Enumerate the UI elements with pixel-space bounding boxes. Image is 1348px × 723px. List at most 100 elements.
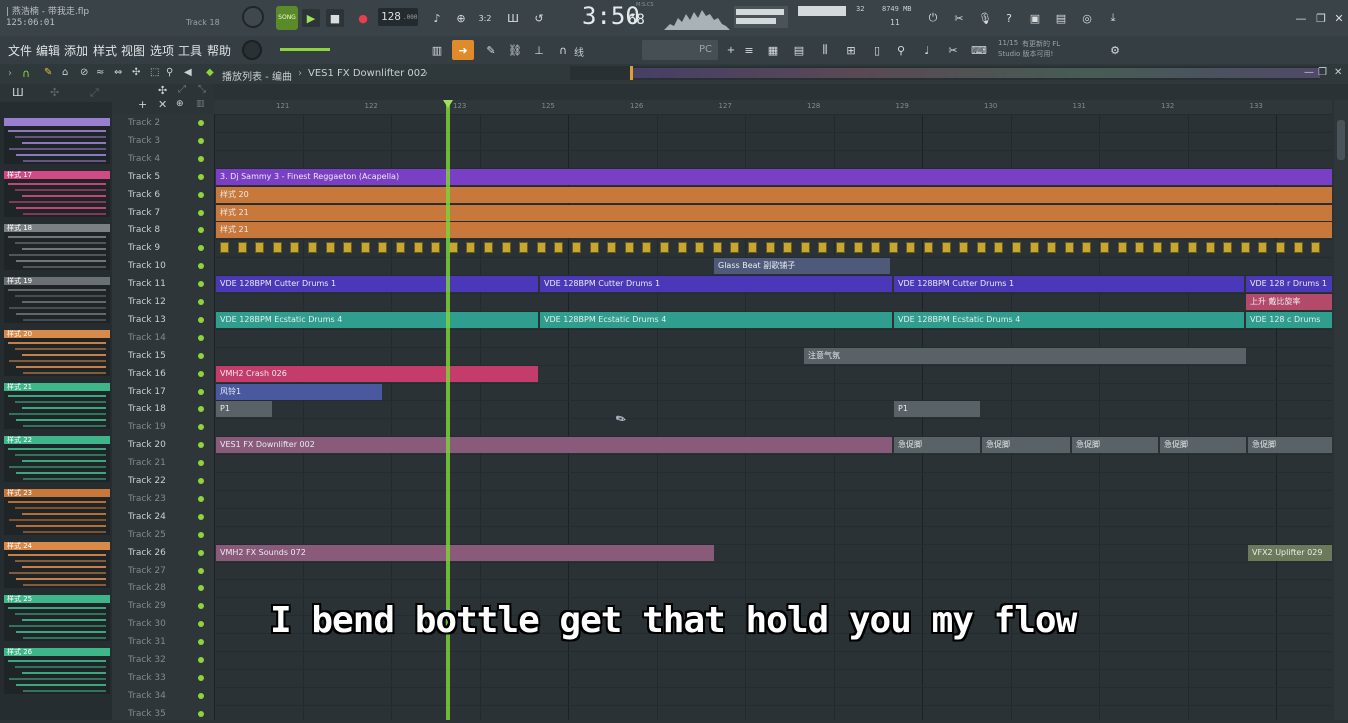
playlist-restore-icon[interactable]: ❐ <box>1318 67 1327 78</box>
arrow-right-icon[interactable]: › <box>8 68 12 79</box>
track-header[interactable]: Track 18 <box>112 400 214 418</box>
track-mute-led[interactable] <box>198 657 204 663</box>
magnet-snap-icon[interactable]: ∩ <box>22 67 30 80</box>
playlist-clip[interactable]: VES1 FX Downlifter 002 <box>216 437 892 454</box>
track-name[interactable]: Track 10 <box>128 261 166 271</box>
arrow-tool-icon[interactable]: ➜ <box>452 40 474 60</box>
pattern-thumbnail[interactable]: 样式 21 <box>4 383 110 429</box>
pattern-thumbnail[interactable]: 样式 26 <box>4 648 110 694</box>
stamp-icon[interactable]: ⊥ <box>530 41 548 59</box>
file-icon[interactable]: ▯ <box>868 41 886 59</box>
pattern-block[interactable] <box>272 242 282 254</box>
track-name[interactable]: Track 26 <box>128 548 166 558</box>
track-mute-led[interactable] <box>198 120 204 126</box>
pattern-block[interactable] <box>1117 242 1127 254</box>
playlist-close-icon[interactable]: ✕ <box>1334 67 1342 78</box>
track-name[interactable]: Track 24 <box>128 512 166 522</box>
remove-track-icon[interactable]: ✕ <box>158 98 167 111</box>
vertical-scrollbar[interactable] <box>1334 100 1348 720</box>
master-pitch-slider[interactable] <box>280 48 330 51</box>
menu-edit[interactable]: 编辑 <box>36 42 60 59</box>
track-header[interactable]: Track 27 <box>112 562 214 580</box>
pattern-block[interactable] <box>378 242 388 254</box>
mute-tool-icon[interactable]: ≈ <box>96 67 104 78</box>
pattern-block[interactable] <box>853 242 863 254</box>
track-name[interactable]: Track 17 <box>128 387 166 397</box>
step-edit-icon[interactable]: Ш <box>504 9 522 27</box>
cut-icon[interactable]: ✂ <box>944 41 962 59</box>
pattern-block[interactable] <box>448 242 458 254</box>
picker-link-icon[interactable]: ⤢ <box>90 86 99 100</box>
track-header[interactable]: Track 17 <box>112 383 214 401</box>
paint-tool-icon[interactable]: ⌂ <box>62 67 68 78</box>
track-name[interactable]: Track 34 <box>128 691 166 701</box>
menu-add[interactable]: 添加 <box>64 42 88 59</box>
playlist-clip[interactable]: VMH2 FX Sounds 072 <box>216 544 714 561</box>
playlist-clip[interactable]: 样式 21 <box>216 222 1332 239</box>
menu-view[interactable]: 视图 <box>121 42 145 59</box>
pattern-block[interactable] <box>1012 242 1021 254</box>
pattern-block[interactable] <box>396 242 405 254</box>
download-icon[interactable]: ⤓ <box>1104 9 1122 27</box>
track-name[interactable]: Track 25 <box>128 530 166 540</box>
breadcrumb-clip[interactable]: VES1 FX Downlifter 002 <box>308 68 427 79</box>
pattern-block[interactable] <box>1223 242 1233 254</box>
track-mute-led[interactable] <box>198 603 204 610</box>
stop-button[interactable]: ■ <box>326 9 344 27</box>
track-header[interactable]: Track 23 <box>112 490 214 508</box>
track-mute-led[interactable] <box>198 370 204 377</box>
resize-icon[interactable]: ⤢ <box>178 84 186 95</box>
minimize-icon[interactable]: — <box>1292 9 1310 27</box>
track-mute-led[interactable] <box>198 424 204 431</box>
slip-tool-icon[interactable]: ⇔ <box>114 67 122 78</box>
pattern-block[interactable] <box>1276 242 1285 254</box>
plugin-icon[interactable]: ⚲ <box>892 41 910 59</box>
pattern-block[interactable] <box>818 242 828 254</box>
pattern-thumbnail[interactable]: 样式 17 <box>4 171 110 217</box>
track-name[interactable]: Track 19 <box>128 422 166 432</box>
playlist-icon[interactable]: ≡ <box>740 41 758 59</box>
track-mute-led[interactable] <box>198 495 204 502</box>
pattern-block[interactable] <box>941 242 951 254</box>
pattern-block[interactable] <box>906 242 916 254</box>
track-mute-led[interactable] <box>198 209 204 216</box>
close-icon[interactable]: ✕ <box>1330 9 1348 27</box>
chat-icon[interactable]: ◎ <box>1078 9 1096 27</box>
pattern-block[interactable] <box>836 242 845 254</box>
song-mode-toggle[interactable]: SONG <box>276 6 298 30</box>
track-mute-led[interactable] <box>198 173 204 180</box>
pattern-block[interactable] <box>1293 242 1303 254</box>
track-mute-led[interactable] <box>198 692 204 699</box>
pattern-block[interactable] <box>1135 242 1145 254</box>
track-name[interactable]: Track 9 <box>128 243 160 253</box>
track-header[interactable]: Track 22 <box>112 472 214 490</box>
picker-toolbar-icon[interactable]: Ш <box>12 86 24 99</box>
track-name[interactable]: Track 18 <box>128 404 166 414</box>
track-name[interactable]: Track 6 <box>128 190 160 200</box>
track-header[interactable]: Track 31 <box>112 633 214 651</box>
playlist-clip[interactable]: VDE 128BPM Ecstatic Drums 4 <box>540 311 892 328</box>
track-mute-led[interactable] <box>198 191 204 198</box>
pattern-block[interactable] <box>888 242 898 254</box>
pattern-block[interactable] <box>677 242 687 254</box>
pattern-block[interactable] <box>1152 242 1162 254</box>
track-name[interactable]: Track 20 <box>128 440 166 450</box>
playlist-clip[interactable]: 急促脚 <box>1160 437 1246 454</box>
playlist-clip[interactable]: VFX2 Uplifter 029 <box>1248 544 1332 561</box>
pattern-block[interactable] <box>484 242 493 254</box>
track-name[interactable]: Track 5 <box>128 172 160 182</box>
track-mute-led[interactable] <box>198 227 204 234</box>
track-mute-led[interactable] <box>198 513 204 520</box>
metronome-icon[interactable]: ♪ <box>428 9 446 27</box>
loop-record-icon[interactable]: ↺ <box>530 9 548 27</box>
pattern-thumbnail[interactable]: 样式 22 <box>4 436 110 482</box>
pattern-block[interactable] <box>220 242 229 254</box>
play-button[interactable]: ▶ <box>302 9 320 27</box>
track-name[interactable]: Track 28 <box>128 583 166 593</box>
playlist-clip[interactable]: 注意气氛 <box>804 347 1246 364</box>
power-icon[interactable]: ⏻ <box>924 9 942 27</box>
playlist-clip[interactable]: P1 <box>216 401 272 418</box>
track-name[interactable]: Track 33 <box>128 673 166 683</box>
track-name[interactable]: Track 2 <box>128 118 160 128</box>
track-name[interactable]: Track 23 <box>128 494 166 504</box>
